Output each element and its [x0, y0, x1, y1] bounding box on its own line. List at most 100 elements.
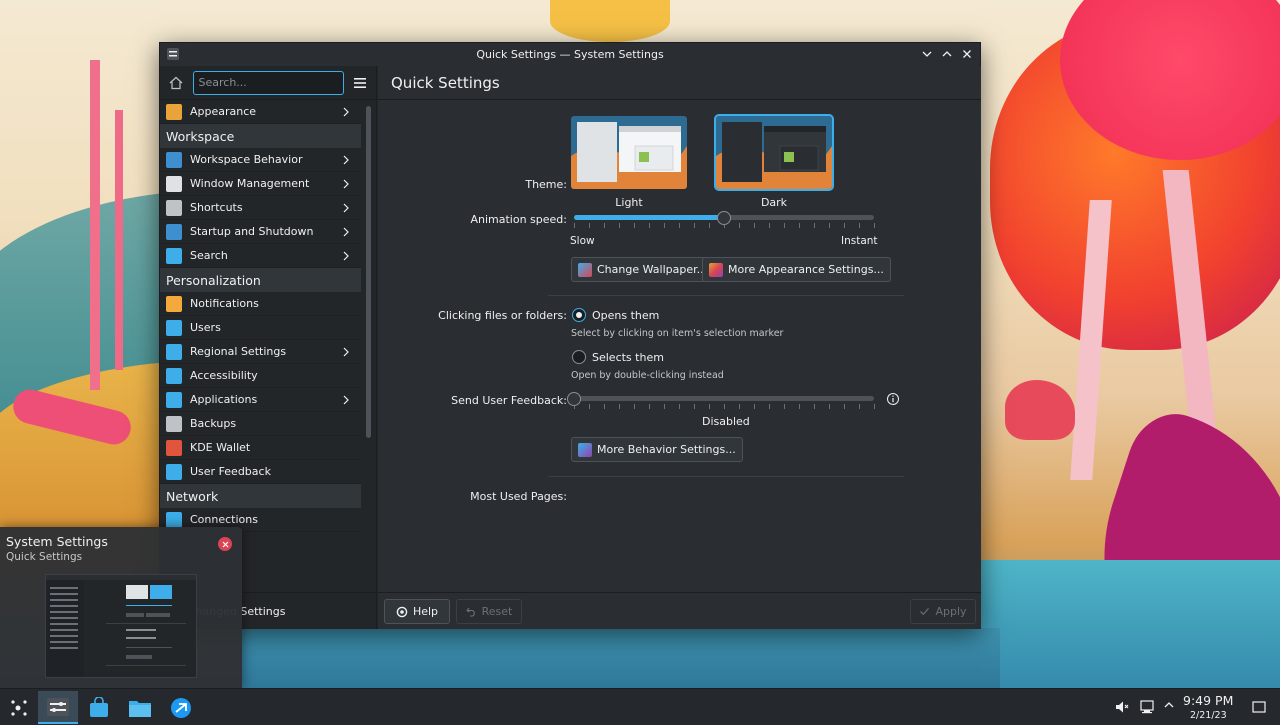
- window-management-icon: [166, 175, 182, 192]
- chevron-up-icon: [942, 51, 952, 57]
- taskbar-system-settings[interactable]: [38, 691, 78, 724]
- slider-tick: [859, 223, 860, 228]
- slider-tick: [769, 223, 770, 228]
- window-titlebar[interactable]: Quick Settings — System Settings: [160, 43, 980, 66]
- sidebar-item-label: Users: [190, 321, 221, 334]
- slider-tick: [604, 223, 605, 228]
- tray-expand-button[interactable]: [1163, 699, 1177, 715]
- sidebar-scrollbar[interactable]: [366, 106, 371, 438]
- theme-light-card[interactable]: [571, 116, 687, 189]
- slider-tick: [664, 223, 665, 228]
- slider-tick: [829, 404, 830, 409]
- sidebar-item-shortcuts[interactable]: Shortcuts: [160, 196, 361, 220]
- clock-date[interactable]: 2/21/23: [1190, 710, 1227, 721]
- sidebar-item-label: Applications: [190, 393, 258, 406]
- preview-close-button[interactable]: [218, 537, 232, 551]
- menu-button[interactable]: [350, 72, 371, 94]
- tray-network[interactable]: [1139, 699, 1155, 715]
- dark-theme-preview: [716, 116, 832, 189]
- sidebar-item-label: KDE Wallet: [190, 441, 251, 454]
- more-appearance-settings-button[interactable]: More Appearance Settings...: [702, 257, 891, 282]
- slider-tick: [634, 223, 635, 228]
- theme-dark-caption: Dark: [760, 196, 788, 209]
- help-button[interactable]: Help: [384, 599, 450, 624]
- minimize-button[interactable]: [918, 45, 936, 63]
- taskbar-dolphin[interactable]: [120, 691, 160, 724]
- slider-tick: [724, 404, 725, 409]
- system-settings-app-icon[interactable]: [166, 47, 180, 61]
- slider-tick: [634, 404, 635, 409]
- slider-tick: [649, 404, 650, 409]
- volume-muted-icon: [1116, 701, 1129, 713]
- sidebar-item-users[interactable]: Users: [160, 316, 361, 340]
- change-wallpaper-button[interactable]: Change Wallpaper...: [571, 257, 715, 282]
- slider-tick: [874, 223, 875, 228]
- theme-dark-card[interactable]: [714, 114, 834, 191]
- chevron-right-icon: [343, 155, 349, 164]
- sidebar-item-search[interactable]: Search: [160, 244, 361, 268]
- regional-settings-icon: [166, 343, 182, 360]
- chevron-down-icon: [922, 51, 932, 57]
- send-feedback-label: Send User Feedback:: [451, 394, 567, 407]
- more-behavior-label: More Behavior Settings...: [597, 443, 736, 456]
- tray-audio[interactable]: [1114, 699, 1130, 715]
- sidebar-item-workspace-behavior[interactable]: Workspace Behavior: [160, 148, 361, 172]
- sidebar-item-applications[interactable]: Applications: [160, 388, 361, 412]
- feedback-slider-handle[interactable]: [567, 392, 581, 406]
- help-label: Help: [412, 605, 439, 618]
- light-theme-preview: [571, 116, 687, 189]
- opens-them-label[interactable]: Opens them: [592, 309, 659, 322]
- chevron-right-icon: [343, 347, 349, 356]
- applications-icon: [166, 391, 182, 408]
- sidebar-item-appearance[interactable]: Appearance: [160, 100, 361, 124]
- selects-them-label[interactable]: Selects them: [592, 351, 664, 364]
- slider-tick: [709, 404, 710, 409]
- sidebar-item-label: Regional Settings: [190, 345, 287, 358]
- more-behavior-settings-button[interactable]: More Behavior Settings...: [571, 437, 743, 462]
- sidebar-item-backups[interactable]: Backups: [160, 412, 361, 436]
- slider-tick: [619, 404, 620, 409]
- slider-tick: [739, 404, 740, 409]
- taskbar-web-browser[interactable]: [161, 691, 201, 724]
- reset-label: Reset: [481, 605, 513, 618]
- search-input[interactable]: [192, 70, 344, 95]
- sidebar-item-user-feedback[interactable]: User Feedback: [160, 460, 361, 484]
- taskbar-discover[interactable]: [79, 691, 119, 724]
- chevron-right-icon: [343, 179, 349, 188]
- apply-button[interactable]: Apply: [910, 599, 976, 624]
- sidebar-item-label: Workspace Behavior: [190, 153, 303, 166]
- sidebar-item-regional-settings[interactable]: Regional Settings: [160, 340, 361, 364]
- appearance-icon: [709, 262, 723, 277]
- reset-button[interactable]: Reset: [456, 599, 522, 624]
- slider-tick: [664, 404, 665, 409]
- sidebar-item-label: Appearance: [190, 105, 257, 118]
- slider-tick: [754, 404, 755, 409]
- slider-tick: [589, 223, 590, 228]
- slider-tick: [589, 404, 590, 409]
- sidebar-item-window-management[interactable]: Window Management: [160, 172, 361, 196]
- sidebar-item-notifications[interactable]: Notifications: [160, 292, 361, 316]
- home-button[interactable]: [166, 72, 187, 94]
- show-desktop-button[interactable]: [1251, 699, 1267, 715]
- taskbar: 9:49 PM 2/21/23: [0, 688, 1280, 725]
- checkmark-icon: [920, 608, 930, 616]
- content-area: Quick Settings Theme: Light Dark Animati…: [378, 66, 981, 629]
- opens-them-radio[interactable]: [572, 308, 586, 322]
- maximize-button[interactable]: [938, 45, 956, 63]
- application-launcher-button[interactable]: [0, 691, 40, 724]
- sidebar-item-accessibility[interactable]: Accessibility: [160, 364, 361, 388]
- animation-speed-label: Animation speed:: [470, 213, 567, 226]
- window-thumbnail[interactable]: [45, 574, 197, 678]
- clicking-files-label: Clicking files or folders:: [438, 309, 567, 322]
- close-button[interactable]: [958, 45, 976, 63]
- show-desktop-icon: [1252, 701, 1266, 713]
- clock-time[interactable]: 9:49 PM: [1183, 693, 1233, 708]
- selects-them-radio[interactable]: [572, 350, 586, 364]
- animation-speed-handle[interactable]: [717, 211, 731, 225]
- sidebar-category-workspace: Workspace: [160, 124, 361, 148]
- sidebar-item-kde-wallet[interactable]: KDE Wallet: [160, 436, 361, 460]
- feedback-info-button[interactable]: [886, 392, 900, 406]
- task-preview-popup[interactable]: System Settings Quick Settings: [0, 527, 242, 688]
- sidebar-item-label: Notifications: [190, 297, 259, 310]
- sidebar-item-startup-and-shutdown[interactable]: Startup and Shutdown: [160, 220, 361, 244]
